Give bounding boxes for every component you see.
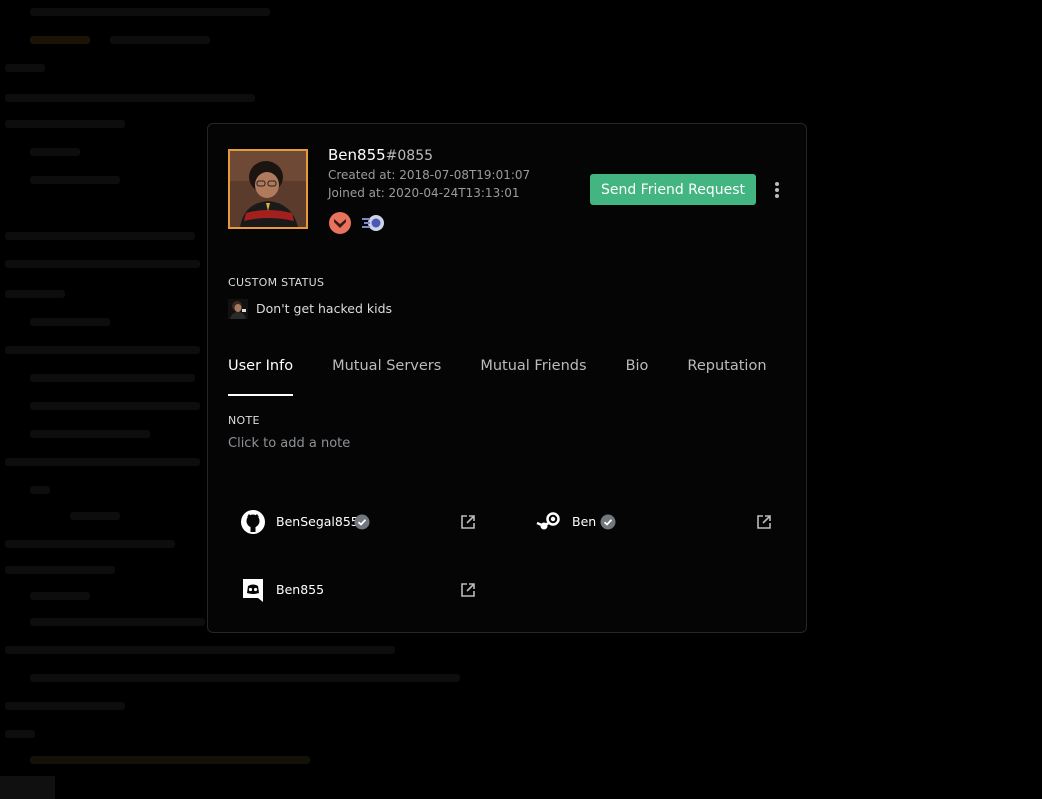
connection-discord: Ben855 (240, 572, 480, 608)
send-friend-request-button[interactable]: Send Friend Request (590, 174, 756, 205)
tab-mutual-friends[interactable]: Mutual Friends (480, 356, 586, 394)
connection-name: Ben855 (276, 582, 325, 597)
tab-reputation[interactable]: Reputation (687, 356, 766, 394)
more-options-icon[interactable] (772, 180, 782, 200)
connection-steam: Ben (536, 504, 776, 540)
tab-bio[interactable]: Bio (626, 356, 649, 394)
external-link-icon[interactable] (460, 514, 476, 530)
connection-github: BenSegal855 (240, 504, 480, 540)
discriminator: #0855 (385, 148, 434, 164)
avatar[interactable] (228, 149, 308, 229)
username: Ben855#0855 (328, 146, 433, 164)
created-at: Created at: 2018-07-08T19:01:07 (328, 168, 531, 182)
connection-name: BenSegal855 (276, 514, 359, 529)
github-icon (240, 509, 266, 535)
external-link-icon[interactable] (460, 582, 476, 598)
verified-icon (600, 514, 616, 530)
verified-icon (354, 514, 370, 530)
custom-status-text: Don't get hacked kids (256, 301, 393, 316)
discord-icon (240, 577, 266, 603)
steam-icon (536, 509, 562, 535)
profile-tabs: User Info Mutual Servers Mutual Friends … (228, 356, 806, 396)
user-profile-modal: Ben855#0855 Created at: 2018-07-08T19:01… (207, 123, 807, 633)
status-emoji-icon (228, 299, 248, 319)
tab-user-info[interactable]: User Info (228, 356, 294, 396)
tab-mutual-servers[interactable]: Mutual Servers (332, 356, 441, 394)
note-title: NOTE (228, 414, 260, 427)
username-text: Ben855 (328, 146, 386, 164)
connection-name: Ben (572, 514, 597, 529)
custom-status-title: CUSTOM STATUS (228, 276, 325, 289)
external-link-icon[interactable] (756, 514, 772, 530)
joined-at: Joined at: 2020-04-24T13:13:01 (328, 186, 520, 200)
hypesquad-bravery-icon[interactable] (328, 211, 352, 235)
nitro-boost-icon[interactable] (360, 211, 388, 235)
note-input[interactable]: Click to add a note (228, 436, 350, 451)
